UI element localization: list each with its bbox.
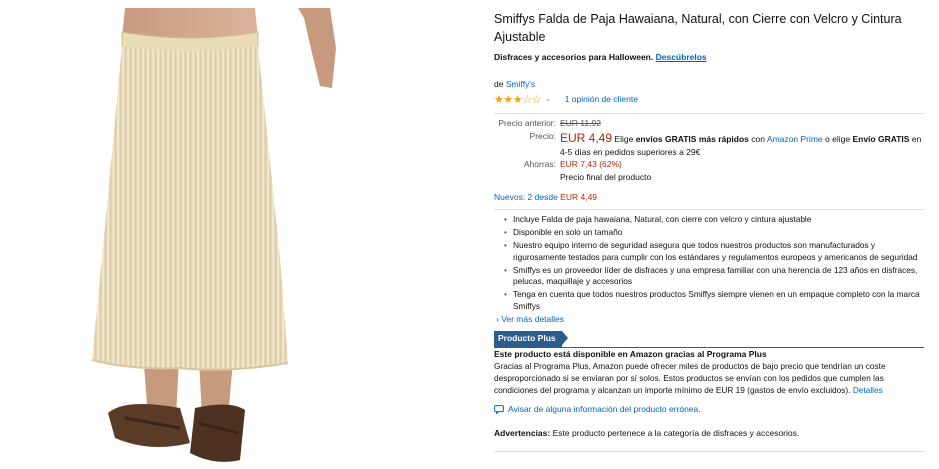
- shipping-bold: envíos GRATIS más rápidos: [635, 134, 749, 145]
- plus-heading: Este producto está disponible en Amazon …: [494, 348, 767, 359]
- new-offers: Nuevos: 2 desde EUR 4,49: [494, 192, 924, 203]
- shipping-bold-2: Envío GRATIS: [852, 134, 910, 145]
- product-detail: Smiffys Falda de Paja Hawaiana, Natural,…: [494, 10, 924, 453]
- final-price-note: Precio final del producto: [560, 171, 652, 182]
- category-text: Disfraces y accesorios para Halloween.: [494, 52, 654, 62]
- product-title: Smiffys Falda de Paja Hawaiana, Natural,…: [494, 12, 902, 44]
- product-image[interactable]: [30, 8, 340, 466]
- feature-bullets: Incluye Falda de paja hawaiana, Natural,…: [494, 214, 924, 312]
- price-cell: EUR 4,49 Elige envíos GRATIS más rápidos…: [560, 130, 924, 159]
- divider: [494, 209, 924, 211]
- warning-label: Advertencias:: [494, 427, 551, 438]
- reviews-link[interactable]: 1 opinión de cliente: [565, 94, 638, 105]
- plus-body-text: Gracias al Programa Plus, Amazon puede o…: [494, 361, 886, 396]
- plus-divider: [494, 346, 924, 348]
- current-price: EUR 4,49: [560, 131, 613, 146]
- plus-box: Producto Plus Este producto está disponi…: [494, 331, 924, 396]
- brand-link[interactable]: Smiffy's: [506, 79, 535, 89]
- plus-body: Gracias al Programa Plus, Amazon puede o…: [494, 360, 924, 396]
- chevron-down-icon[interactable]: ⌄: [545, 95, 551, 104]
- comment-icon: [494, 405, 504, 415]
- warning-line: Advertencias: Este producto pertenece a …: [494, 428, 924, 439]
- see-more-link[interactable]: › Ver más detalles: [496, 314, 924, 325]
- report-link[interactable]: Avisar de alguna información del product…: [508, 404, 701, 415]
- rating-row: ★★★☆☆ ⌄ 1 opinión de cliente: [494, 93, 924, 107]
- previous-price-label: Precio anterior:: [498, 117, 556, 128]
- feature-bullet: Nuestro equipo interno de seguridad aseg…: [504, 240, 924, 264]
- shipping-or: o elige: [825, 134, 851, 145]
- amazon-prime-link[interactable]: Amazon Prime: [767, 134, 823, 144]
- previous-price: EUR 11,92: [560, 117, 601, 128]
- feature-bullet: Tenga en cuenta que todos nuestros produ…: [504, 289, 924, 313]
- savings-label: Ahorras:: [523, 159, 556, 170]
- price-label: Precio:: [529, 131, 556, 142]
- feature-bullet: Disponible en solo un tamaño: [504, 227, 924, 239]
- savings-value: EUR 7,43 (62%): [560, 159, 622, 170]
- warning-text: Este producto pertenece a la categoría d…: [552, 427, 800, 438]
- feature-bullet: Incluye Falda de paja hawaiana, Natural,…: [504, 214, 924, 226]
- price-table: Precio anterior: EUR 11,92 Precio: EUR 4…: [494, 118, 924, 184]
- feature-bullet: Smiffys es un proveedor líder de disfrac…: [504, 265, 924, 289]
- report-row[interactable]: Avisar de alguna información del product…: [494, 404, 924, 415]
- shipping-mid: con: [751, 134, 765, 145]
- brand-prefix: de: [494, 79, 504, 90]
- plus-badge: Producto Plus: [494, 331, 568, 347]
- divider: [494, 112, 924, 114]
- star-rating-icon[interactable]: ★★★☆☆: [494, 93, 541, 108]
- category-line: Disfraces y accesorios para Halloween. D…: [494, 52, 924, 63]
- shipping-pre: Elige: [614, 134, 634, 145]
- new-offers-link[interactable]: Nuevos: 2 desde: [494, 192, 558, 202]
- new-offers-price: EUR 4,49: [560, 192, 598, 202]
- brand-line: de Smiffy's: [494, 79, 924, 90]
- category-link[interactable]: Descúbrelos: [656, 52, 707, 62]
- plus-details-link[interactable]: Detalles: [853, 385, 883, 395]
- divider: [494, 451, 924, 453]
